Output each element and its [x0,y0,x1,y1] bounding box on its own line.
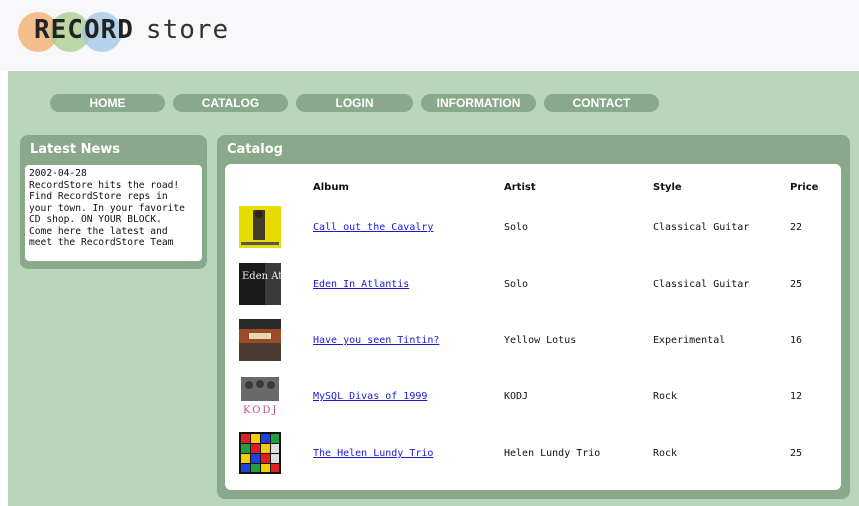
artist-cell: Solo [504,279,529,290]
news-line: Find RecordStore reps in [29,191,168,202]
catalog-table: Album Artist Style Price Call out the Ca… [225,164,841,490]
news-line: meet the RecordStore Team [29,237,174,248]
nav-bar: HOME CATALOG LOGIN INFORMATION CONTACT [50,94,659,112]
cover-2-text-1: Eden Atlantis [242,271,281,282]
style-cell: Rock [653,448,678,459]
nav-information[interactable]: INFORMATION [421,94,536,112]
nav-home[interactable]: HOME [50,94,165,112]
album-link-3[interactable]: Have you seen Tintin? [313,335,439,346]
news-title: Latest News [30,142,121,157]
main-area: HOME CATALOG LOGIN INFORMATION CONTACT L… [8,71,859,506]
price-cell: 12 [790,391,803,402]
artist-cell: Solo [504,222,529,233]
logo-text: RECORD store [34,15,230,45]
album-cover-3[interactable] [239,319,281,361]
price-cell: 16 [790,335,803,346]
album-cover-5[interactable] [239,432,281,474]
style-cell: Classical Guitar [653,279,750,290]
album-cover-2[interactable]: Eden Atlantis [239,263,281,305]
artist-cell: Yellow Lotus [504,335,577,346]
style-cell: Classical Guitar [653,222,750,233]
album-link-2[interactable]: Eden In Atlantis [313,279,409,290]
news-line: your town. In your favorite [29,202,185,214]
col-header-style: Style [653,182,682,193]
catalog-title: Catalog [227,142,283,157]
col-header-artist: Artist [504,182,536,193]
cover-4-text: KODJ [243,405,278,416]
album-link-5[interactable]: The Helen Lundy Trio [313,448,433,459]
nav-login[interactable]: LOGIN [296,94,413,112]
album-link-4[interactable]: MySQL Divas of 1999 [313,391,427,402]
price-cell: 25 [790,448,803,459]
style-cell: Experimental [653,335,726,346]
nav-catalog[interactable]: CATALOG [173,94,288,112]
style-cell: Rock [653,391,678,402]
album-link-1[interactable]: Call out the Cavalry [313,222,433,233]
news-line: Come here the latest and [29,225,168,237]
col-header-price: Price [790,182,819,193]
album-cover-4[interactable]: KODJ [239,375,281,417]
nav-contact[interactable]: CONTACT [544,94,659,112]
news-panel: Latest News 2002-04-28 RecordStore hits … [20,135,207,269]
price-cell: 25 [790,279,803,290]
album-cover-1[interactable] [239,206,281,248]
header: RECORD store [0,0,859,71]
catalog-panel: Catalog Album Artist Style Price Call ou… [217,135,850,499]
artist-cell: Helen Lundy Trio [504,448,601,459]
news-content: 2002-04-28 RecordStore hits the road! Fi… [25,165,202,261]
logo[interactable]: RECORD store [18,8,278,56]
news-line: 2002-04-28 [29,168,87,179]
price-cell: 22 [790,222,803,233]
col-header-album: Album [313,182,349,193]
artist-cell: KODJ [504,391,529,402]
news-line: RecordStore hits the road! [29,179,180,191]
news-line: CD shop. ON YOUR BLOCK. [29,214,162,225]
